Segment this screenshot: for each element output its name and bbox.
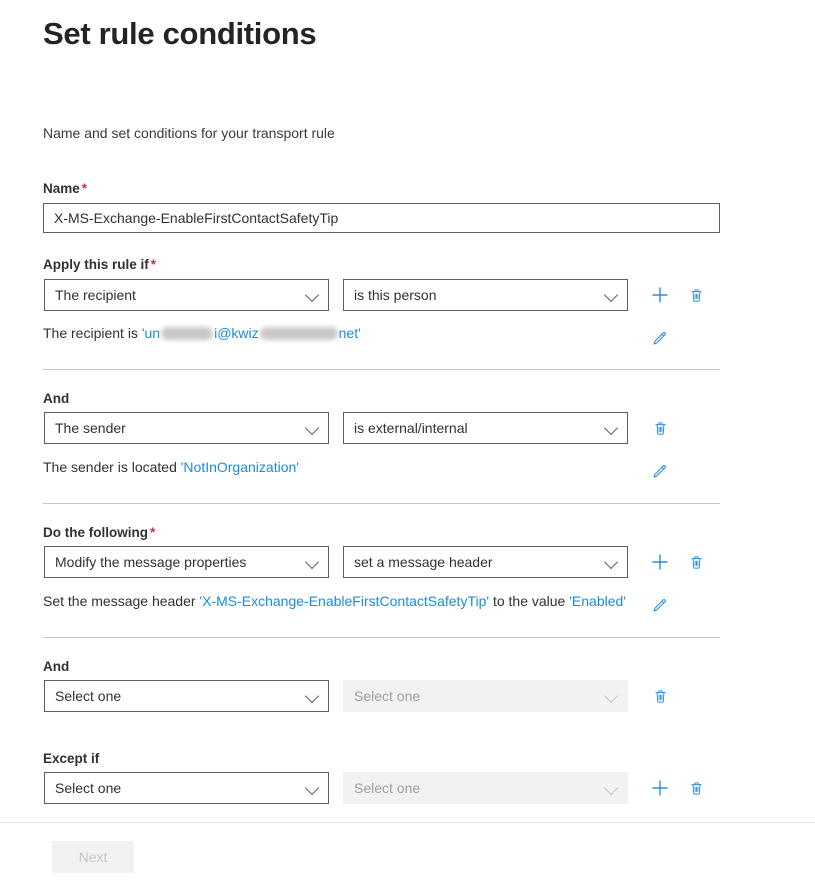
section-required-asterisk: * bbox=[149, 525, 156, 540]
trash-icon bbox=[690, 555, 702, 569]
exception-dropdown-5[interactable]: Select one bbox=[44, 772, 329, 804]
section-label-and-empty: And bbox=[43, 659, 71, 674]
condition-dropdown-1[interactable]: The recipient bbox=[44, 279, 329, 311]
section-label-text: Apply this rule if bbox=[43, 257, 149, 272]
condition-description-2-prefix: The sender is located bbox=[43, 459, 181, 475]
chevron-down-icon bbox=[306, 781, 320, 795]
chevron-down-icon bbox=[605, 288, 619, 302]
condition-dropdown-1-value: The recipient bbox=[55, 287, 136, 303]
exception-operator-dropdown-5: Select one bbox=[343, 772, 628, 804]
exception-operator-dropdown-5-value: Select one bbox=[354, 780, 421, 796]
redacted-block bbox=[161, 326, 214, 340]
trash-icon bbox=[690, 288, 702, 302]
section-label-text: And bbox=[43, 659, 70, 674]
name-required-asterisk: * bbox=[81, 181, 88, 196]
footer-divider bbox=[0, 822, 815, 823]
condition-description-2-value: 'NotInOrganization' bbox=[180, 459, 299, 475]
add-action-button-3[interactable] bbox=[647, 549, 673, 575]
chevron-down-icon bbox=[306, 689, 320, 703]
condition-description-1-value: 'un i@kwiz net' bbox=[141, 325, 361, 341]
delete-condition-button-2[interactable] bbox=[647, 415, 673, 441]
name-field-label-text: Name bbox=[43, 181, 80, 196]
chevron-down-icon bbox=[306, 288, 320, 302]
section-divider-2 bbox=[43, 503, 720, 504]
edit-action-button-3[interactable] bbox=[646, 593, 672, 619]
delete-exception-button-5[interactable] bbox=[683, 775, 709, 801]
section-label-text: Except if bbox=[43, 751, 100, 766]
redacted-block bbox=[259, 326, 338, 340]
set-rule-conditions-page: Set rule conditions Name and set conditi… bbox=[0, 0, 815, 885]
chevron-down-icon bbox=[605, 421, 619, 435]
section-label-text: Do the following bbox=[43, 525, 148, 540]
operator-dropdown-1[interactable]: is this person bbox=[343, 279, 628, 311]
chevron-down-icon bbox=[605, 781, 619, 795]
exception-dropdown-5-value: Select one bbox=[55, 780, 122, 796]
operator-dropdown-2-value: is external/internal bbox=[354, 420, 468, 436]
edit-condition-button-1[interactable] bbox=[646, 326, 672, 352]
condition-dropdown-2-value: The sender bbox=[55, 420, 126, 436]
condition-description-2: The sender is located 'NotInOrganization… bbox=[43, 459, 299, 475]
edit-condition-button-2[interactable] bbox=[646, 459, 672, 485]
section-label-text: And bbox=[43, 391, 70, 406]
action-dropdown-3-value: Modify the message properties bbox=[55, 554, 247, 570]
action-operator-dropdown-3-value: set a message header bbox=[354, 554, 493, 570]
section-label-do-the-following: Do the following * bbox=[43, 525, 155, 540]
action-operator-dropdown-3[interactable]: set a message header bbox=[343, 546, 628, 578]
plus-icon bbox=[652, 287, 668, 303]
add-condition-button-1[interactable] bbox=[647, 282, 673, 308]
delete-condition-button-1[interactable] bbox=[683, 282, 709, 308]
section-required-asterisk: * bbox=[150, 257, 157, 272]
plus-icon bbox=[652, 780, 668, 796]
condition-dropdown-4[interactable]: Select one bbox=[44, 680, 329, 712]
add-exception-button-5[interactable] bbox=[647, 775, 673, 801]
page-subtitle: Name and set conditions for your transpo… bbox=[43, 125, 335, 141]
trash-icon bbox=[654, 421, 666, 435]
operator-dropdown-2[interactable]: is external/internal bbox=[343, 412, 628, 444]
chevron-down-icon bbox=[605, 555, 619, 569]
condition-dropdown-4-value: Select one bbox=[55, 688, 122, 704]
action-description-3-header: 'X-MS-Exchange-EnableFirstContactSafetyT… bbox=[199, 593, 490, 609]
chevron-down-icon bbox=[605, 689, 619, 703]
trash-icon bbox=[690, 781, 702, 795]
action-description-3-mid: to the value bbox=[489, 593, 570, 609]
section-divider-1 bbox=[43, 369, 720, 370]
page-title: Set rule conditions bbox=[43, 16, 317, 51]
section-label-except-if: Except if bbox=[43, 751, 101, 766]
chevron-down-icon bbox=[306, 421, 320, 435]
operator-dropdown-4-value: Select one bbox=[354, 688, 421, 704]
condition-description-1: The recipient is 'un i@kwiz net' bbox=[43, 325, 361, 341]
section-label-and-sender: And bbox=[43, 391, 71, 406]
section-label-apply-this-rule-if: Apply this rule if * bbox=[43, 257, 156, 272]
chevron-down-icon bbox=[306, 555, 320, 569]
section-divider-3 bbox=[43, 637, 720, 638]
action-description-3: Set the message header 'X-MS-Exchange-En… bbox=[43, 593, 626, 609]
pencil-icon bbox=[653, 332, 666, 345]
next-button[interactable]: Next bbox=[52, 841, 134, 873]
pencil-icon bbox=[653, 599, 666, 612]
condition-dropdown-2[interactable]: The sender bbox=[44, 412, 329, 444]
name-input[interactable] bbox=[43, 203, 720, 233]
action-dropdown-3[interactable]: Modify the message properties bbox=[44, 546, 329, 578]
delete-condition-button-4[interactable] bbox=[647, 683, 673, 709]
name-field-label: Name * bbox=[43, 181, 87, 196]
action-description-3-value: 'Enabled' bbox=[569, 593, 626, 609]
condition-description-1-prefix: The recipient is bbox=[43, 325, 142, 341]
delete-action-button-3[interactable] bbox=[683, 549, 709, 575]
pencil-icon bbox=[653, 465, 666, 478]
action-description-3-prefix: Set the message header bbox=[43, 593, 200, 609]
trash-icon bbox=[654, 689, 666, 703]
operator-dropdown-4: Select one bbox=[343, 680, 628, 712]
operator-dropdown-1-value: is this person bbox=[354, 287, 437, 303]
plus-icon bbox=[652, 554, 668, 570]
